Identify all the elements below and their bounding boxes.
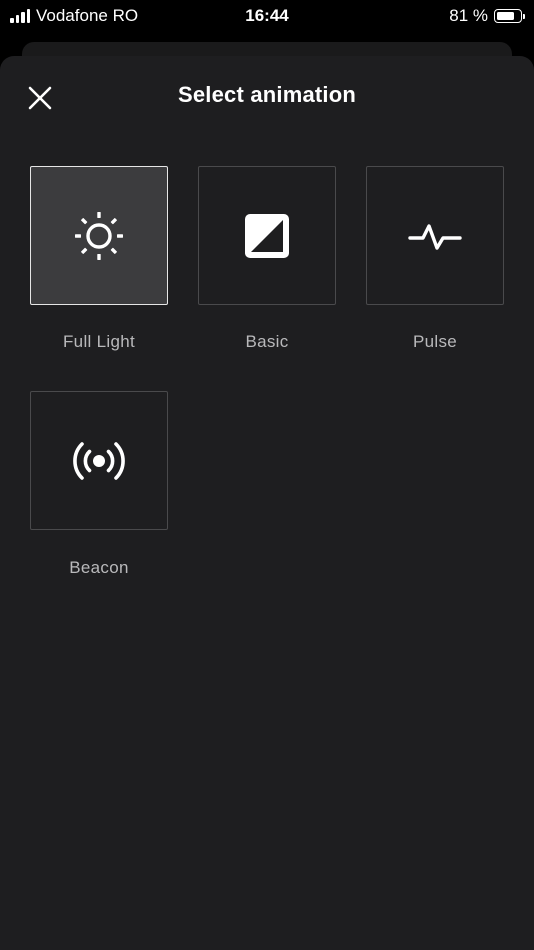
status-bar: Vodafone RO 16:44 81 % <box>0 0 534 32</box>
battery-icon <box>494 9 525 23</box>
animation-sheet: Select animation Full Light Basic Pulse … <box>0 56 534 950</box>
contrast-icon <box>245 213 289 258</box>
animation-tile-pulse[interactable] <box>366 166 504 305</box>
animation-tile-full-light[interactable] <box>30 166 168 305</box>
sheet-title: Select animation <box>177 82 357 107</box>
battery-tip <box>523 14 525 19</box>
animation-tile-beacon[interactable] <box>30 391 168 530</box>
animation-label-basic: Basic <box>245 332 289 351</box>
animation-tile-basic[interactable] <box>198 166 336 305</box>
animation-label-full-light: Full Light <box>63 332 135 351</box>
battery-percent: 81 % <box>449 6 488 25</box>
sun-icon <box>75 211 123 260</box>
battery-level-fill <box>497 12 514 20</box>
pulse-icon <box>408 223 462 250</box>
animation-label-pulse: Pulse <box>412 332 458 351</box>
status-right: 81 % <box>449 6 525 26</box>
broadcast-icon <box>73 441 125 480</box>
animation-label-beacon: Beacon <box>69 558 129 577</box>
